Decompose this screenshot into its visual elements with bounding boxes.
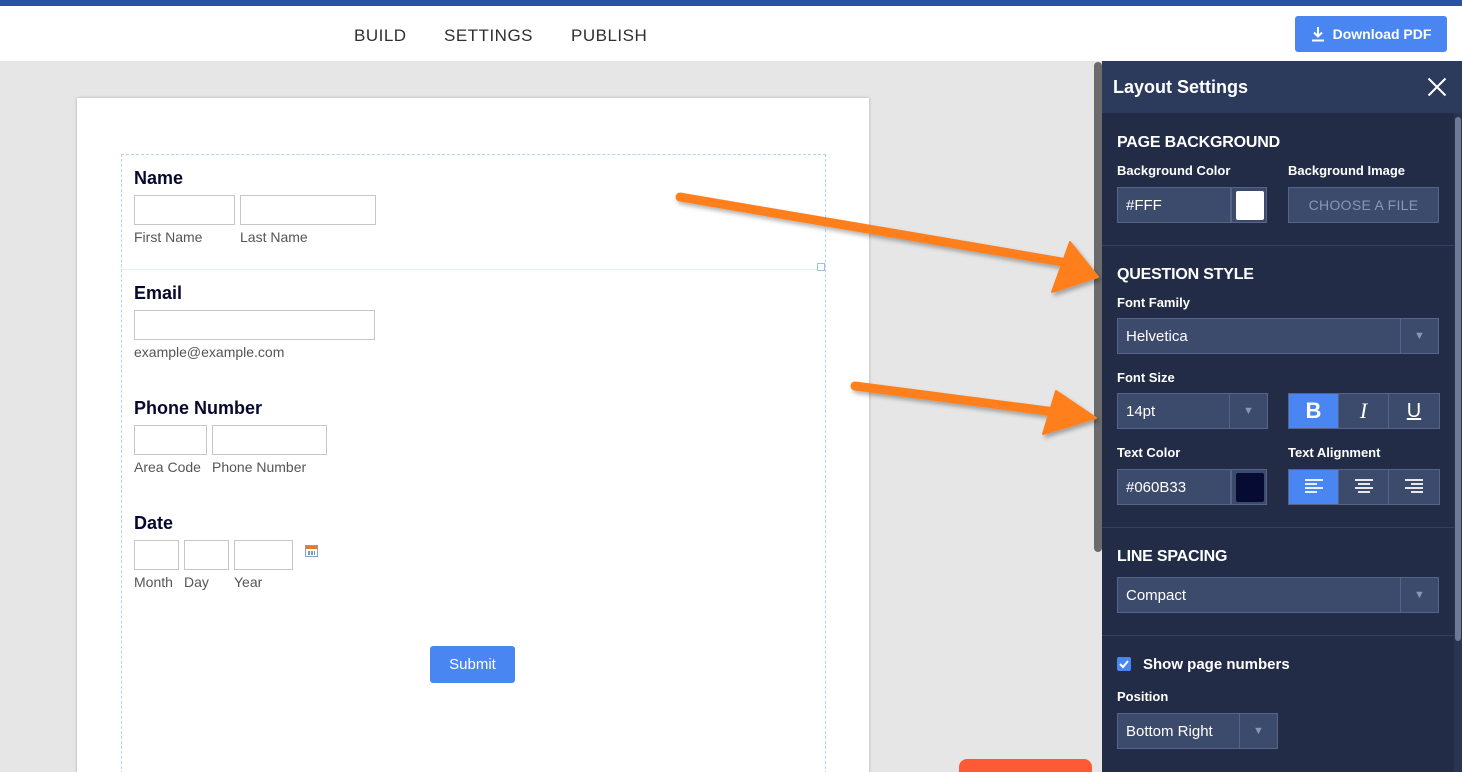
email-label: Email <box>134 283 183 303</box>
arrowhead <box>1042 390 1097 435</box>
swatch-white <box>1236 191 1264 220</box>
download-icon <box>1311 27 1324 42</box>
last-name-sublabel: Last Name <box>240 229 308 245</box>
position-select[interactable]: Bottom Right ▼ <box>1117 713 1278 749</box>
align-left-button[interactable] <box>1289 470 1339 504</box>
floating-tab[interactable] <box>959 759 1092 772</box>
align-center-icon <box>1354 479 1373 493</box>
show-page-numbers-checkbox[interactable] <box>1117 657 1131 671</box>
text-color-label: Text Color <box>1117 445 1181 460</box>
font-size-select[interactable]: 14pt ▼ <box>1117 393 1268 429</box>
font-family-label: Font Family <box>1117 295 1190 310</box>
text-alignment-label: Text Alignment <box>1288 445 1381 460</box>
nav-build[interactable]: BUILD <box>354 26 407 46</box>
swatch-dark-navy <box>1236 473 1264 502</box>
background-color-label: Background Color <box>1117 163 1231 178</box>
calendar-icon[interactable] <box>305 545 318 557</box>
month-sublabel: Month <box>134 574 173 590</box>
download-pdf-button[interactable]: Download PDF <box>1295 16 1447 52</box>
chevron-down-icon: ▼ <box>1239 714 1277 748</box>
chevron-down-icon: ▼ <box>1400 319 1438 353</box>
arrowhead <box>1051 241 1099 293</box>
chevron-down-icon: ▼ <box>1229 394 1267 428</box>
align-center-button[interactable] <box>1339 470 1389 504</box>
first-name-sublabel: First Name <box>134 229 203 245</box>
nav-settings[interactable]: SETTINGS <box>444 26 533 46</box>
phone-number-sublabel: Phone Number <box>212 459 307 475</box>
position-label: Position <box>1117 689 1169 704</box>
year-sublabel: Year <box>234 574 263 590</box>
email-input[interactable] <box>134 310 375 340</box>
line-spacing-select[interactable]: Compact ▼ <box>1117 577 1439 613</box>
position-value: Bottom Right <box>1126 722 1213 740</box>
panel-title: Layout Settings <box>1113 77 1249 97</box>
email-sublabel: example@example.com <box>134 344 285 360</box>
download-pdf-label: Download PDF <box>1332 26 1432 42</box>
month-input[interactable] <box>134 540 179 570</box>
align-right-button[interactable] <box>1389 470 1439 504</box>
font-size-value: 14pt <box>1126 402 1156 420</box>
year-input[interactable] <box>234 540 293 570</box>
panel-header: Layout Settings <box>1102 61 1462 113</box>
background-image-label: Background Image <box>1288 163 1406 178</box>
text-color-input[interactable]: #060B33 <box>1117 469 1231 505</box>
phone-number-input[interactable] <box>212 425 327 455</box>
line-spacing-value: Compact <box>1126 586 1187 604</box>
nav-publish[interactable]: PUBLISH <box>571 26 647 46</box>
font-family-value: Helvetica <box>1126 327 1188 345</box>
font-size-label: Font Size <box>1117 370 1175 385</box>
chevron-down-icon: ▼ <box>1400 578 1438 612</box>
line-spacing-title: LINE SPACING <box>1117 548 1228 565</box>
text-alignment-group <box>1288 469 1440 505</box>
panel-scrollbar-thumb[interactable] <box>1455 117 1461 641</box>
top-bar: BUILD SETTINGS PUBLISH Download PDF <box>0 6 1462 61</box>
phone-label: Phone Number <box>134 398 263 418</box>
name-label: Name <box>134 168 184 188</box>
form-canvas: Name First Name Last Name Email example@… <box>77 98 869 772</box>
divider <box>1102 635 1454 636</box>
divider <box>1102 527 1454 528</box>
submit-button[interactable]: Submit <box>430 646 515 683</box>
page-background-title: PAGE BACKGROUND <box>1117 134 1280 151</box>
last-name-input[interactable] <box>240 195 376 225</box>
text-color-swatch[interactable] <box>1231 469 1267 505</box>
italic-button[interactable]: I <box>1339 394 1389 428</box>
bold-button[interactable]: B <box>1289 394 1339 428</box>
checkmark-icon <box>1119 660 1129 669</box>
area-code-input[interactable] <box>134 425 207 455</box>
first-name-input[interactable] <box>134 195 235 225</box>
align-left-icon <box>1304 479 1323 493</box>
day-sublabel: Day <box>184 574 209 590</box>
day-input[interactable] <box>184 540 229 570</box>
choose-file-button[interactable]: CHOOSE A FILE <box>1288 187 1439 223</box>
divider <box>1102 245 1454 246</box>
arrow-to-font-size <box>850 381 1060 417</box>
background-color-input[interactable]: #FFF <box>1117 187 1231 223</box>
font-family-select[interactable]: Helvetica ▼ <box>1117 318 1439 354</box>
question-style-title: QUESTION STYLE <box>1117 266 1254 283</box>
align-right-icon <box>1405 479 1423 493</box>
text-format-group: B I U <box>1288 393 1440 429</box>
date-label: Date <box>134 513 174 533</box>
show-page-numbers-label: Show page numbers <box>1143 656 1290 673</box>
close-icon[interactable] <box>1426 76 1448 98</box>
layout-settings-panel: Layout Settings PAGE BACKGROUND Backgrou… <box>1102 61 1462 772</box>
background-color-swatch[interactable] <box>1231 187 1267 223</box>
panel-resize-bar[interactable] <box>1094 62 1102 552</box>
resize-handle[interactable] <box>817 263 825 271</box>
area-code-sublabel: Area Code <box>134 459 201 475</box>
underline-button[interactable]: U <box>1389 394 1439 428</box>
